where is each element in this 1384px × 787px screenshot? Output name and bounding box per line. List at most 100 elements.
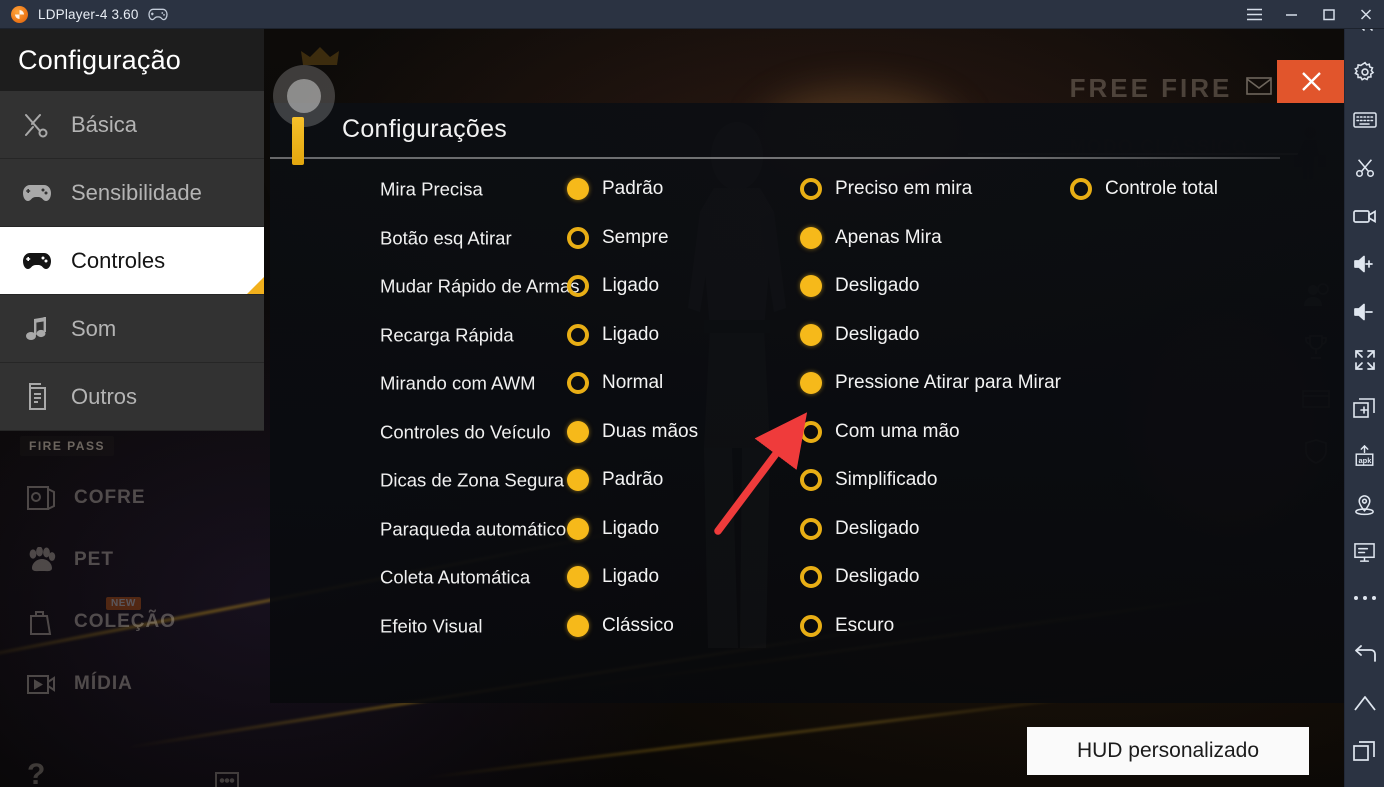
game-menu-item[interactable]: MÍDIA xyxy=(10,653,260,715)
window-titlebar: LDPlayer-4 3.60 xyxy=(0,0,1384,29)
recents-button[interactable] xyxy=(1345,727,1384,775)
game-close-button[interactable] xyxy=(1277,60,1344,103)
minimize-button[interactable] xyxy=(1273,0,1310,29)
settings-row-label: Dicas de Zona Segura xyxy=(380,469,565,491)
radio-selected-icon[interactable] xyxy=(567,420,589,443)
settings-option[interactable]: Ligado xyxy=(567,566,660,589)
radio-unselected-icon[interactable] xyxy=(567,323,589,346)
ldplayer-logo-icon xyxy=(11,5,28,23)
new-badge: NEW xyxy=(106,597,141,610)
record-video-button[interactable] xyxy=(1345,192,1384,240)
radio-unselected-icon[interactable] xyxy=(567,226,589,249)
svg-text:?: ? xyxy=(27,758,45,787)
game-menu-item[interactable]: PET xyxy=(10,529,260,591)
install-apk-button[interactable]: apk xyxy=(1345,432,1384,480)
radio-selected-icon[interactable] xyxy=(567,517,589,540)
more-button[interactable] xyxy=(1345,576,1384,620)
sidebar-item-outros[interactable]: Outros xyxy=(0,363,264,431)
avatar xyxy=(273,65,335,127)
settings-option[interactable]: Desligado xyxy=(800,566,920,589)
settings-button[interactable] xyxy=(1345,48,1384,96)
settings-option[interactable]: Padrão xyxy=(567,469,663,492)
radio-unselected-icon[interactable] xyxy=(800,566,822,589)
envelope-icon[interactable] xyxy=(1246,77,1272,100)
settings-option[interactable]: Ligado xyxy=(567,517,660,540)
document-icon xyxy=(22,382,52,411)
radio-unselected-icon[interactable] xyxy=(567,275,589,298)
radio-selected-icon[interactable] xyxy=(567,614,589,637)
settings-option-label: Ligado xyxy=(602,517,660,539)
settings-option[interactable]: Sempre xyxy=(567,226,669,249)
maximize-button[interactable] xyxy=(1310,0,1347,29)
settings-option[interactable]: Simplificado xyxy=(800,469,937,492)
home-button[interactable] xyxy=(1345,679,1384,727)
settings-row: Paraqueda automático Ligado Desligado xyxy=(270,505,1344,554)
radio-unselected-icon[interactable] xyxy=(800,178,822,201)
settings-option[interactable]: Duas mãos xyxy=(567,420,698,443)
game-menu-item[interactable]: COLEÇÃO NEW xyxy=(10,591,260,653)
sidebar-label: Controles xyxy=(71,247,166,273)
emulator-screen[interactable]: 0 0 FREE FIRE MODO CLÁSSICO Bermuda xyxy=(0,29,1344,787)
question-mark-icon[interactable]: ? xyxy=(22,757,56,787)
settings-option-label: Com uma mão xyxy=(835,420,960,442)
back-button[interactable] xyxy=(1345,631,1384,679)
game-menu-item[interactable]: COFRE xyxy=(10,467,260,529)
settings-option[interactable]: Normal xyxy=(567,372,663,395)
game-left-menu: COFRE PET COLEÇÃO NEW MÍDIA xyxy=(10,467,260,715)
settings-option-label: Preciso em mira xyxy=(835,178,973,200)
radio-selected-icon[interactable] xyxy=(800,226,822,249)
settings-option-label: Ligado xyxy=(602,566,660,588)
hud-personalizado-button[interactable]: HUD personalizado xyxy=(1027,727,1309,775)
radio-selected-icon[interactable] xyxy=(567,566,589,589)
settings-option-label: Desligado xyxy=(835,323,920,345)
close-button[interactable] xyxy=(1347,0,1384,29)
fullscreen-button[interactable] xyxy=(1345,336,1384,384)
game-menu-label: COLEÇÃO xyxy=(74,611,176,632)
radio-unselected-icon[interactable] xyxy=(800,517,822,540)
settings-option[interactable]: Desligado xyxy=(800,275,920,298)
volume-up-button[interactable] xyxy=(1345,240,1384,288)
settings-option[interactable]: Pressione Atirar para Mirar xyxy=(800,372,1061,395)
radio-unselected-icon[interactable] xyxy=(800,420,822,443)
settings-option[interactable]: Ligado xyxy=(567,323,659,346)
settings-row: Efeito Visual Clássico Escuro xyxy=(270,602,1344,651)
settings-option[interactable]: Escuro xyxy=(800,614,894,637)
volume-down-button[interactable] xyxy=(1345,288,1384,336)
sidebar-item-controles[interactable]: Controles xyxy=(0,227,264,295)
radio-unselected-icon[interactable] xyxy=(1070,178,1092,201)
game-menu-label: PET xyxy=(74,549,114,570)
sidebar-item-basica[interactable]: Básica xyxy=(0,91,264,159)
game-menu-label: MÍDIA xyxy=(74,673,133,694)
location-button[interactable] xyxy=(1345,480,1384,528)
radio-selected-icon[interactable] xyxy=(567,178,589,201)
radio-selected-icon[interactable] xyxy=(567,469,589,492)
display-button[interactable] xyxy=(1345,528,1384,576)
sidebar-item-som[interactable]: Som xyxy=(0,295,264,363)
screenshot-cut-button[interactable] xyxy=(1345,144,1384,192)
keyboard-mapping-button[interactable] xyxy=(1345,96,1384,144)
radio-unselected-icon[interactable] xyxy=(567,372,589,395)
sidebar-item-sensibilidade[interactable]: Sensibilidade xyxy=(0,159,264,227)
settings-option[interactable]: Apenas Mira xyxy=(800,226,942,249)
settings-option-label: Sempre xyxy=(602,226,669,248)
settings-row-label: Mira Precisa xyxy=(380,178,483,200)
settings-option[interactable]: Preciso em mira xyxy=(800,178,973,201)
settings-option[interactable]: Desligado xyxy=(800,323,920,346)
radio-unselected-icon[interactable] xyxy=(800,614,822,637)
free-fire-logo: FREE FIRE xyxy=(1069,72,1233,103)
menu-button[interactable] xyxy=(1236,0,1273,29)
hud-button-label: HUD personalizado xyxy=(1076,739,1260,762)
settings-option[interactable]: Controle total xyxy=(1070,178,1218,201)
window-title: LDPlayer-4 3.60 xyxy=(38,6,139,22)
settings-option[interactable]: Desligado xyxy=(800,517,920,540)
settings-option[interactable]: Com uma mão xyxy=(800,420,960,443)
settings-option[interactable]: Clássico xyxy=(567,614,674,637)
chat-bubble-icon[interactable] xyxy=(214,771,246,787)
radio-selected-icon[interactable] xyxy=(800,275,822,298)
settings-option[interactable]: Padrão xyxy=(567,178,663,201)
settings-option[interactable]: Ligado xyxy=(567,275,659,298)
radio-selected-icon[interactable] xyxy=(800,323,822,346)
radio-selected-icon[interactable] xyxy=(800,372,822,395)
radio-unselected-icon[interactable] xyxy=(800,469,822,492)
multi-instance-button[interactable] xyxy=(1345,384,1384,432)
